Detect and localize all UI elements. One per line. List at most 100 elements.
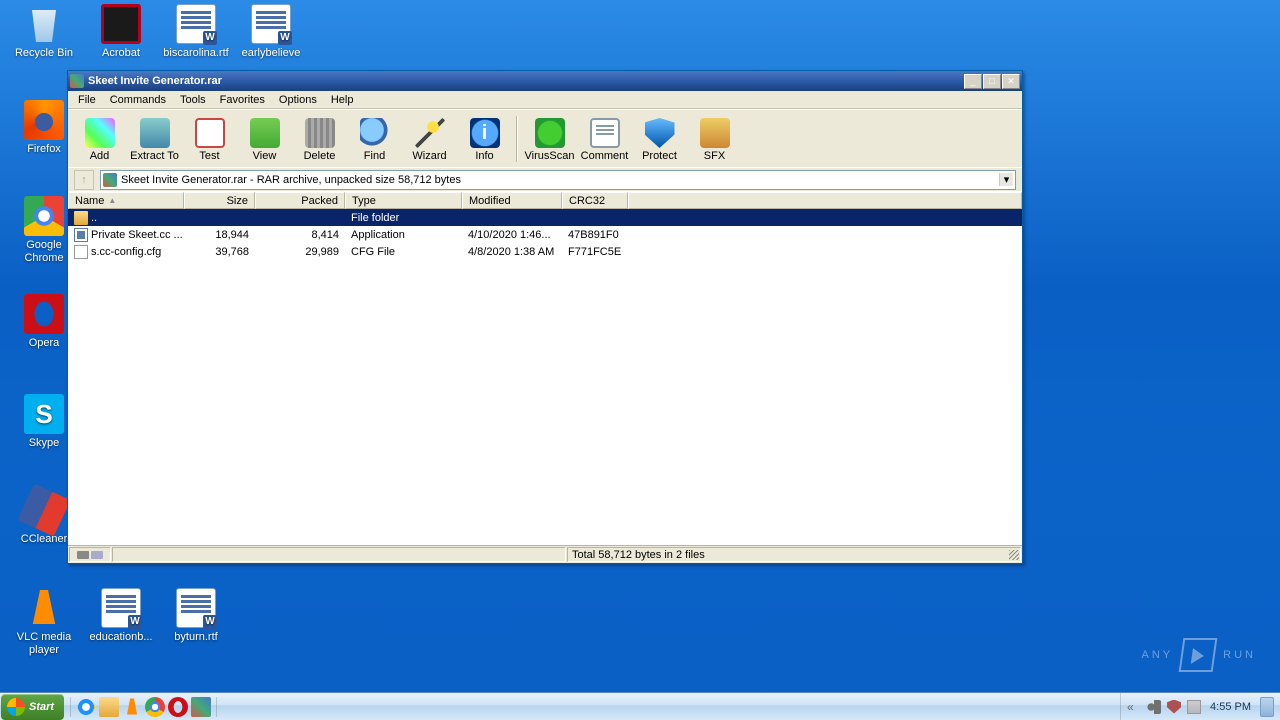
- tool-wizard[interactable]: Wizard: [402, 115, 457, 162]
- tool-comment[interactable]: Comment: [577, 115, 632, 162]
- col-packed[interactable]: Packed: [255, 192, 345, 209]
- file-icon: [251, 4, 291, 44]
- icon-label: earlybelieve: [235, 47, 307, 60]
- sort-asc-icon: ▲: [108, 196, 116, 205]
- table-row[interactable]: s.cc-config.cfg39,76829,989CFG File4/8/2…: [68, 243, 1022, 260]
- icon-label: educationb...: [85, 631, 157, 644]
- file-icon: [24, 588, 64, 628]
- app-icon: [74, 228, 88, 242]
- anyrun-watermark: ANY RUN: [1142, 638, 1256, 672]
- file-crc: 47B891F0: [562, 229, 628, 241]
- file-icon: [24, 4, 64, 44]
- tool-label: VirusScan: [525, 150, 575, 162]
- tray-expand-icon[interactable]: [1127, 700, 1141, 714]
- tray-clock[interactable]: 4:55 PM: [1207, 701, 1254, 713]
- col-crc[interactable]: CRC32: [562, 192, 628, 209]
- menu-help[interactable]: Help: [325, 92, 360, 108]
- tool-info[interactable]: Info: [457, 115, 512, 162]
- security-icon[interactable]: [1167, 700, 1181, 714]
- tool-find[interactable]: Find: [347, 115, 402, 162]
- chrome-icon[interactable]: [145, 697, 165, 717]
- col-type[interactable]: Type: [345, 192, 462, 209]
- tool-delete[interactable]: Delete: [292, 115, 347, 162]
- address-bar[interactable]: Skeet Invite Generator.rar - RAR archive…: [100, 170, 1016, 190]
- tool-label: View: [253, 150, 277, 162]
- minimize-button[interactable]: _: [964, 74, 982, 89]
- tool-label: Add: [90, 150, 110, 162]
- file-type: CFG File: [345, 246, 462, 258]
- desktop-icon-biscarolina-rtf[interactable]: biscarolina.rtf: [160, 4, 232, 60]
- file-type: File folder: [345, 212, 462, 224]
- tool-protect[interactable]: Protect: [632, 115, 687, 162]
- winrar-window: Skeet Invite Generator.rar _ □ ✕ FileCom…: [67, 70, 1023, 564]
- desktop-icon-earlybelieve[interactable]: earlybelieve: [235, 4, 307, 60]
- statusbar: Total 58,712 bytes in 2 files: [68, 545, 1022, 563]
- tool-sfx[interactable]: SFX: [687, 115, 742, 162]
- address-dropdown[interactable]: ▾: [999, 173, 1013, 186]
- tool-test[interactable]: Test: [182, 115, 237, 162]
- up-button[interactable]: ↑: [74, 170, 94, 190]
- desktop-icon-acrobat[interactable]: Acrobat: [85, 4, 157, 60]
- file-modified: 4/8/2020 1:38 AM: [462, 246, 562, 258]
- winrar-icon[interactable]: [191, 697, 211, 717]
- status-disk-icon[interactable]: [69, 547, 111, 562]
- protect-icon: [645, 118, 675, 148]
- tool-view[interactable]: View: [237, 115, 292, 162]
- close-button[interactable]: ✕: [1002, 74, 1020, 89]
- table-row[interactable]: ..File folder: [68, 209, 1022, 226]
- file-packed: 29,989: [255, 246, 345, 258]
- app-icon: [70, 74, 84, 88]
- start-button[interactable]: Start: [1, 694, 64, 720]
- tool-extract-to[interactable]: Extract To: [127, 115, 182, 162]
- tool-label: Find: [364, 150, 385, 162]
- tool-virusscan[interactable]: VirusScan: [522, 115, 577, 162]
- comment-icon: [590, 118, 620, 148]
- vlc-icon[interactable]: [122, 697, 142, 717]
- col-size[interactable]: Size: [184, 192, 255, 209]
- file-icon: [24, 196, 64, 236]
- action-center-icon[interactable]: [1187, 700, 1201, 714]
- info-icon: [470, 118, 500, 148]
- folder-icon: [74, 211, 88, 225]
- menu-options[interactable]: Options: [273, 92, 323, 108]
- show-desktop-button[interactable]: [1260, 697, 1274, 717]
- tool-add[interactable]: Add: [72, 115, 127, 162]
- col-name[interactable]: Name▲: [68, 192, 184, 209]
- desktop-icon-vlc-media-player[interactable]: VLC media player: [8, 588, 80, 657]
- address-row: ↑ Skeet Invite Generator.rar - RAR archi…: [68, 167, 1022, 191]
- titlebar[interactable]: Skeet Invite Generator.rar _ □ ✕: [68, 71, 1022, 91]
- menubar: FileCommandsToolsFavoritesOptionsHelp: [68, 91, 1022, 109]
- table-row[interactable]: Private Skeet.cc ...18,9448,414Applicati…: [68, 226, 1022, 243]
- menu-favorites[interactable]: Favorites: [214, 92, 271, 108]
- icon-label: biscarolina.rtf: [160, 47, 232, 60]
- file-icon: [101, 588, 141, 628]
- file-list[interactable]: ..File folderPrivate Skeet.cc ...18,9448…: [68, 209, 1022, 545]
- archive-icon: [103, 173, 117, 187]
- opera-icon[interactable]: [168, 697, 188, 717]
- tool-label: Wizard: [412, 150, 446, 162]
- view-icon: [250, 118, 280, 148]
- desktop-icon-recycle-bin[interactable]: Recycle Bin: [8, 4, 80, 60]
- window-title: Skeet Invite Generator.rar: [88, 75, 960, 87]
- taskbar: Start 4:55 PM: [0, 692, 1280, 720]
- icon-label: byturn.rtf: [160, 631, 232, 644]
- explorer-icon[interactable]: [99, 697, 119, 717]
- ie-icon[interactable]: [76, 697, 96, 717]
- status-empty: [112, 547, 566, 562]
- file-icon: [17, 483, 70, 536]
- play-icon: [1179, 638, 1218, 672]
- maximize-button[interactable]: □: [983, 74, 1001, 89]
- tool-label: Test: [199, 150, 219, 162]
- sound-icon[interactable]: [1147, 700, 1161, 714]
- menu-file[interactable]: File: [72, 92, 102, 108]
- desktop-icon-educationb-[interactable]: educationb...: [85, 588, 157, 644]
- col-modified[interactable]: Modified: [462, 192, 562, 209]
- menu-tools[interactable]: Tools: [174, 92, 212, 108]
- menu-commands[interactable]: Commands: [104, 92, 172, 108]
- find-icon: [360, 118, 390, 148]
- wizard-icon: [415, 118, 445, 148]
- desktop-icon-byturn-rtf[interactable]: byturn.rtf: [160, 588, 232, 644]
- sfx-icon: [700, 118, 730, 148]
- icon-label: Recycle Bin: [8, 47, 80, 60]
- tool-label: Delete: [304, 150, 336, 162]
